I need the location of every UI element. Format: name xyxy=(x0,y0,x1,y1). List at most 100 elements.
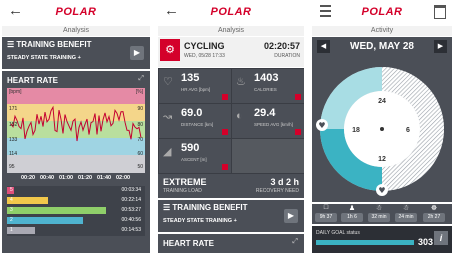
calendar-icon[interactable] xyxy=(434,5,446,19)
expand-icon[interactable]: ⤢ xyxy=(292,238,298,246)
time-tick: 00:40 xyxy=(40,175,55,181)
zone-number: 4 xyxy=(10,197,13,203)
clock-center xyxy=(380,127,384,131)
metric-value: 135 xyxy=(181,72,200,84)
y-left-tick: 152 xyxy=(9,122,18,128)
top-bar: ← POLAR Analysis xyxy=(2,0,150,36)
training-benefit-title: TRAINING BENEFIT xyxy=(172,203,248,212)
svg-text:♥: ♥ xyxy=(378,186,385,195)
zone-bar-2 xyxy=(7,217,83,224)
walking-fast-icon: ☃ xyxy=(402,205,410,212)
zone-time: 00:40:56 xyxy=(121,217,141,223)
metric-value: 69.0 xyxy=(181,107,203,119)
activity-chip[interactable]: 24 min xyxy=(395,213,417,222)
time-tick: 02:00 xyxy=(116,175,131,181)
ascent-icon: ◢ xyxy=(163,146,172,158)
play-icon[interactable]: ▶ xyxy=(130,46,144,60)
info-icon[interactable]: i xyxy=(434,231,448,245)
metric-speed-avg: ◐ 29.4 SPEED AVG [km/h] xyxy=(231,103,304,139)
recovery-value: 3 d 2 h xyxy=(270,177,299,187)
zone-bars: 5 4 3 2 1 00:03:34 00:22:14 00:53:27 00:… xyxy=(7,186,145,236)
training-benefit-panel[interactable]: ☰ TRAINING BENEFIT STEADY STATE TRAINING… xyxy=(2,37,150,69)
metric-calories: ♨ 1403 CALORIES xyxy=(231,68,304,104)
daily-goal-progress xyxy=(316,240,414,245)
metric-label: HR AVG [bpm] xyxy=(181,87,211,92)
svg-text:♥: ♥ xyxy=(318,121,325,130)
polar-logo: POLAR xyxy=(55,6,97,18)
y-right-tick: 60 xyxy=(137,151,143,157)
activity-levels: □ ♟ ☃ ☃ ☸ 9h 37 1h 6 32 min 24 min 2h 27 xyxy=(312,204,452,224)
activity-chip[interactable]: 1h 6 xyxy=(341,213,363,222)
cycling-icon: ⚙ xyxy=(160,39,180,61)
zone-bar-3 xyxy=(7,207,106,214)
analysis-screen-summary: ← POLAR Analysis ⚙ CYCLING WED, 05/28 17… xyxy=(158,0,304,253)
zone-time: 00:03:34 xyxy=(121,187,141,193)
indicator-mark xyxy=(222,129,228,135)
training-benefit-panel[interactable]: ☰ TRAINING BENEFIT STEADY STATE TRAINING… xyxy=(158,200,304,232)
running-icon: ☸ xyxy=(430,205,438,212)
y-right-tick: 70 xyxy=(137,137,143,143)
page-subtitle: Analysis xyxy=(2,26,150,36)
session-date: WED, 05/28 17:33 xyxy=(184,53,225,59)
training-load-label: TRAINING LOAD xyxy=(163,188,202,194)
heart-rate-title: HEART RATE xyxy=(7,76,58,85)
metric-value: 590 xyxy=(181,142,200,154)
training-benefit-title: TRAINING BENEFIT xyxy=(16,40,92,49)
time-tick: 01:20 xyxy=(78,175,93,181)
y-right-tick: 90 xyxy=(137,106,143,112)
page-subtitle: Analysis xyxy=(158,26,304,36)
metric-label: SPEED AVG [km/h] xyxy=(254,122,293,127)
top-bar: POLAR Activity xyxy=(312,0,452,36)
time-tick: 01:40 xyxy=(97,175,112,181)
play-icon[interactable]: ▶ xyxy=(284,209,298,223)
y-left-tick: 114 xyxy=(9,151,17,157)
top-bar: ← POLAR Analysis xyxy=(158,0,304,36)
list-icon: ☰ xyxy=(7,40,15,49)
training-benefit-value: STEADY STATE TRAINING + xyxy=(163,218,237,224)
activity-chip[interactable]: 2h 27 xyxy=(423,213,445,222)
duration-label: DURATION xyxy=(274,53,300,59)
speedometer-icon: ◐ xyxy=(236,110,243,122)
activity-chip[interactable]: 32 min xyxy=(368,213,390,222)
y-left-tick: 171 xyxy=(9,106,18,112)
daily-goal-label: DAILY GOAL status xyxy=(316,230,360,236)
zone-time: 00:53:27 xyxy=(121,207,141,213)
heart-rate-line xyxy=(10,105,142,142)
sport-name: CYCLING xyxy=(184,41,225,51)
expand-icon[interactable]: ⤢ xyxy=(138,75,144,83)
indicator-mark xyxy=(222,94,228,100)
metric-value: 1403 xyxy=(254,72,279,84)
unit-bpm: [bpm] xyxy=(9,89,22,95)
polar-logo: POLAR xyxy=(210,6,252,18)
activity-ring-graphic: 24 6 18 12 ♥ ♥ xyxy=(316,67,444,196)
zone-number: 3 xyxy=(10,207,13,213)
daily-goal-panel: DAILY GOAL status 303 % i xyxy=(312,226,452,253)
clock-label: 12 xyxy=(378,156,386,163)
heart-rate-panel[interactable]: HEART RATE ⤢ xyxy=(158,234,304,253)
next-day-icon[interactable]: ▶ xyxy=(434,40,447,53)
polar-logo: POLAR xyxy=(361,6,403,18)
metric-value: 29.4 xyxy=(254,107,276,119)
y-left-tick: 95 xyxy=(9,164,15,170)
metric-label: ASCENT [m] xyxy=(181,157,207,162)
indicator-mark xyxy=(295,94,301,100)
zone-number: 1 xyxy=(10,227,13,233)
clock-label: 6 xyxy=(406,127,410,134)
time-axis: 00:20 00:40 01:00 01:20 01:40 02:00 xyxy=(7,175,145,184)
walking-icon: ☃ xyxy=(375,205,383,212)
analysis-screen-hr: ← POLAR Analysis ☰ TRAINING BENEFIT STEA… xyxy=(2,0,150,253)
session-duration: 02:20:57 xyxy=(263,41,300,51)
zone-time: 00:22:14 xyxy=(121,197,141,203)
activity-chip[interactable]: 9h 37 xyxy=(315,213,337,222)
metric-hr-avg: ♡ 135 HR AVG [bpm] xyxy=(158,68,232,104)
metric-distance: ↝ 69.0 DISTANCE [km] xyxy=(158,103,232,139)
activity-ring: 24 6 18 12 ♥ ♥ xyxy=(312,57,452,202)
heart-icon: ♡ xyxy=(163,76,173,88)
list-icon: ☰ xyxy=(163,203,171,212)
zone-number: 5 xyxy=(10,187,13,193)
zone-bar-4 xyxy=(7,197,48,204)
flame-icon: ♨ xyxy=(236,76,246,88)
time-tick: 01:00 xyxy=(59,175,74,181)
metric-ascent: ◢ 590 ASCENT [m] xyxy=(158,138,232,174)
indicator-mark xyxy=(222,164,228,170)
